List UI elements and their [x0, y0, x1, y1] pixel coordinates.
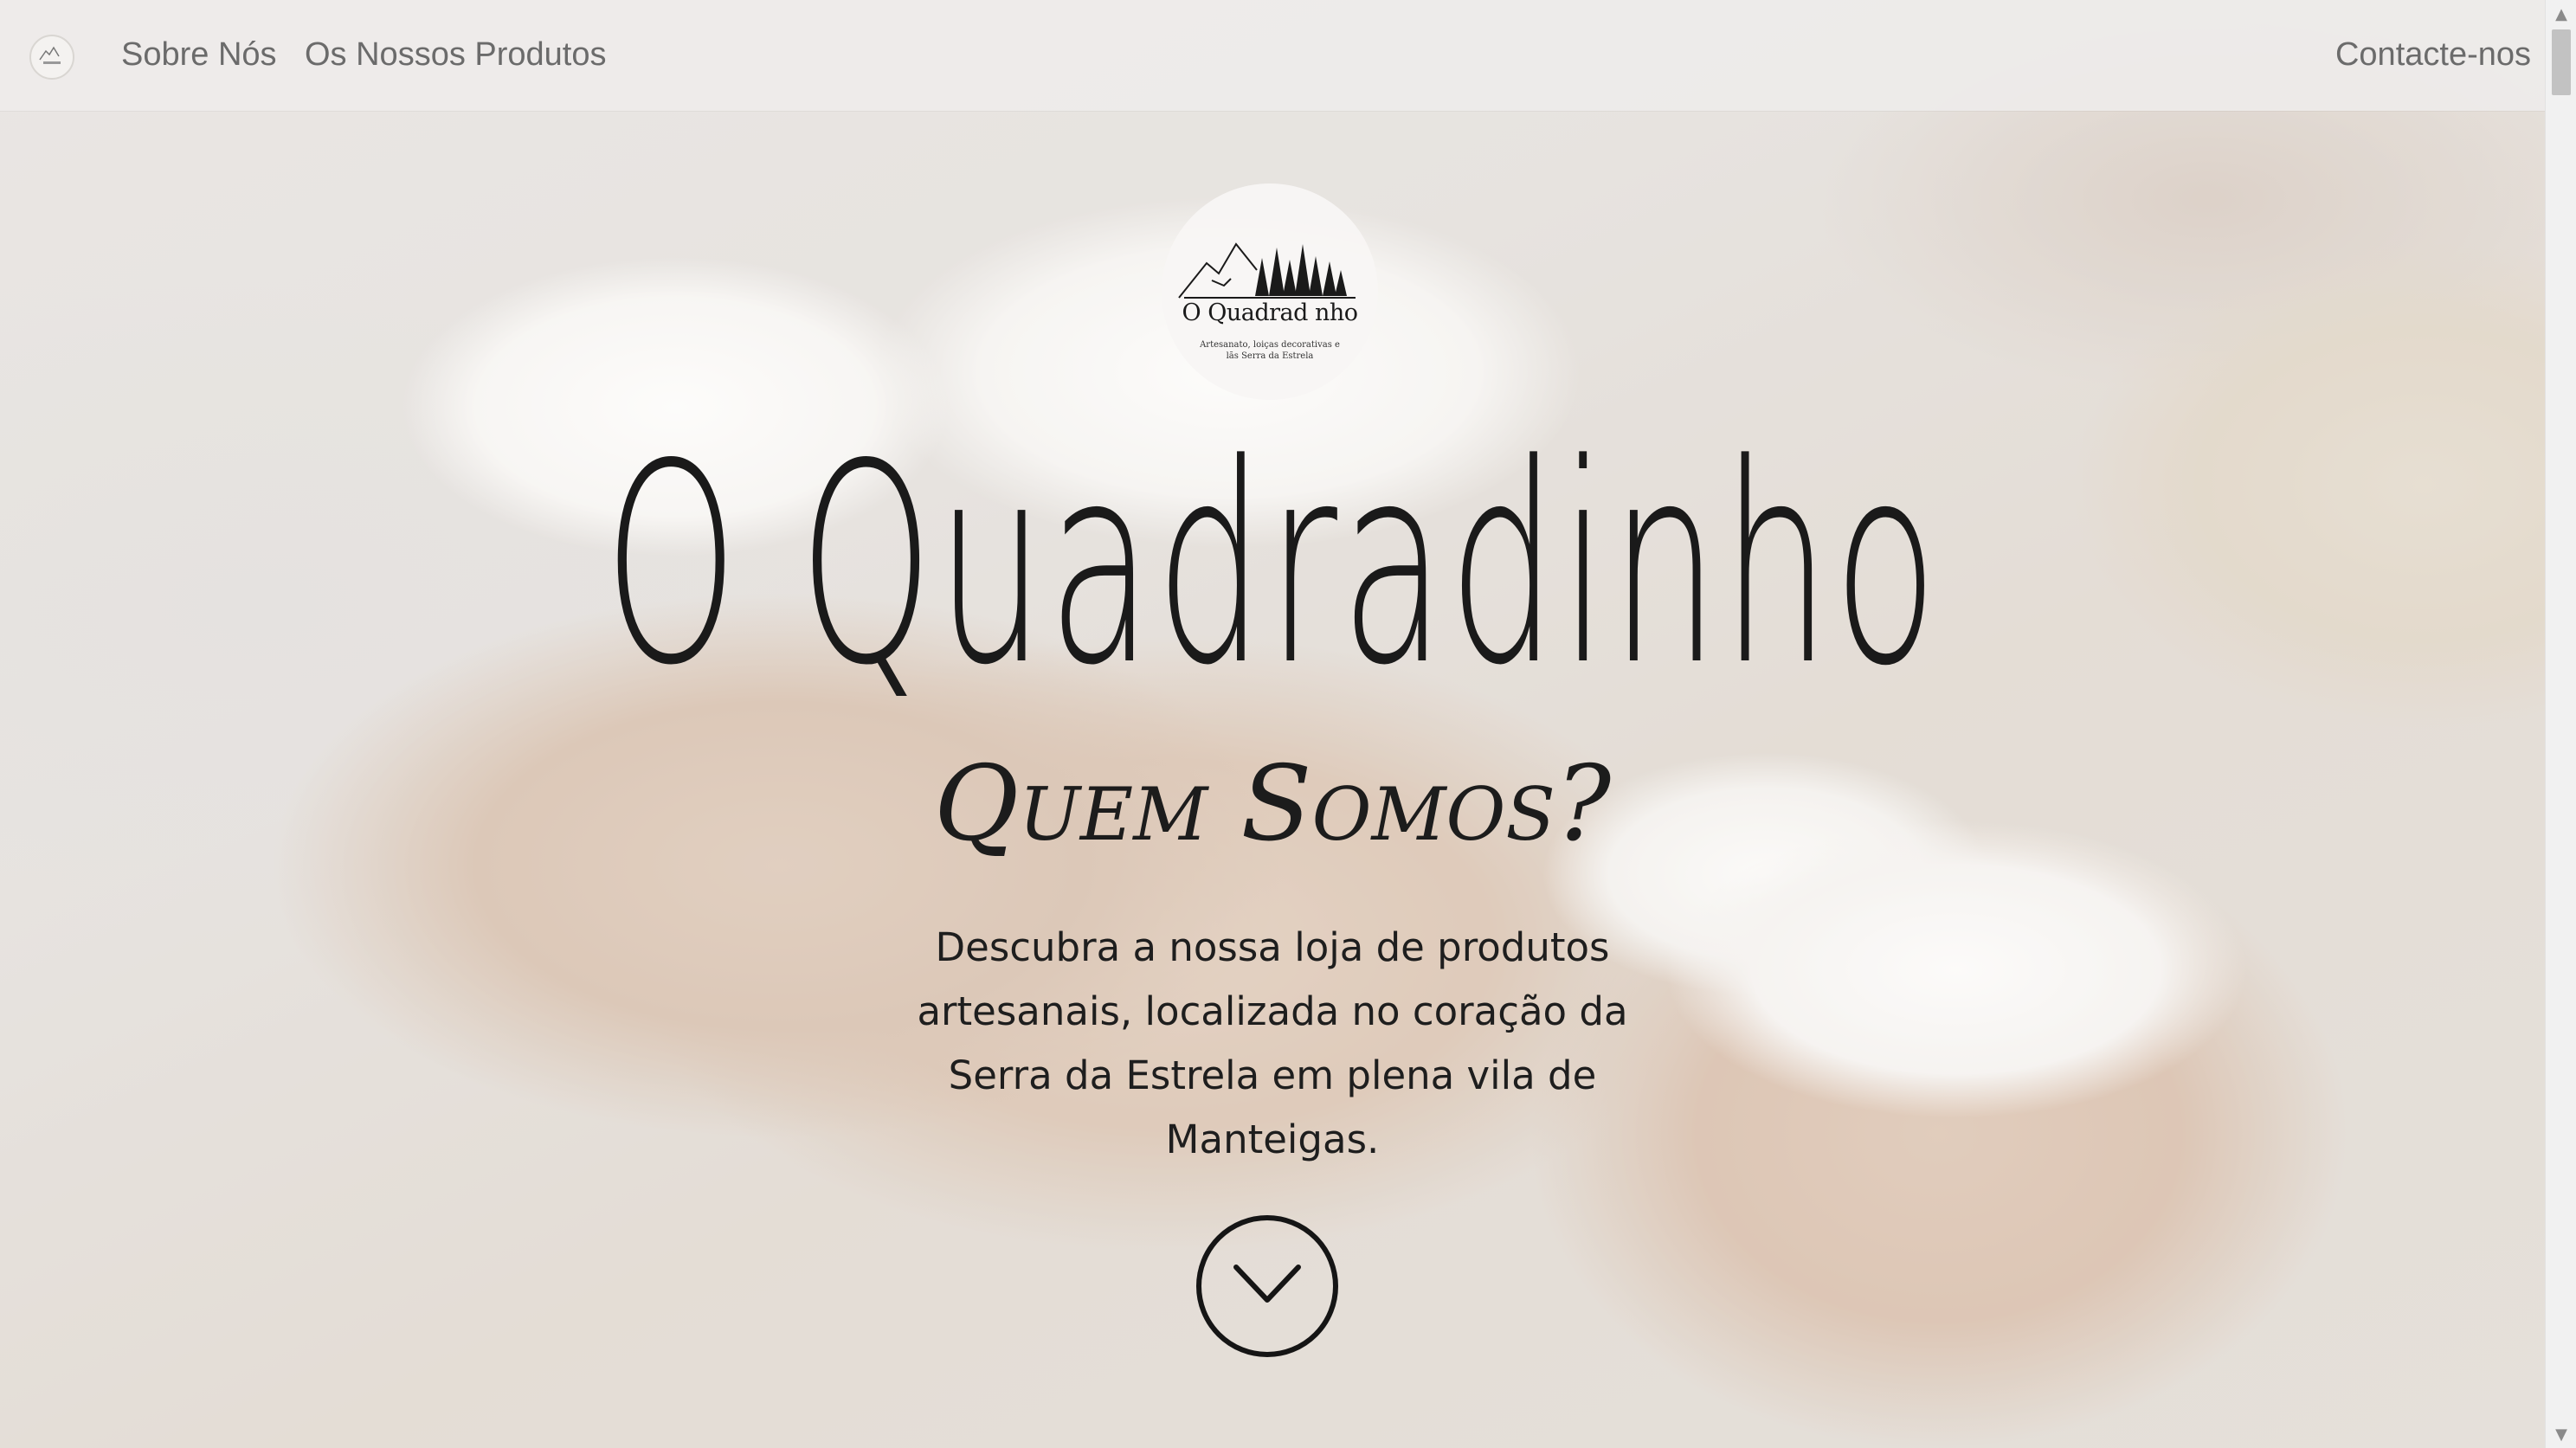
nav-link-about[interactable]: Sobre Nós [121, 33, 277, 76]
chevron-down-icon [1233, 1265, 1301, 1303]
scroll-up-arrow-icon[interactable]: ▲ [2546, 0, 2576, 28]
logo-mini-graphic [39, 46, 61, 64]
brand-logo-badge: O Quadrad nho Artesanato, loiças decorat… [1162, 183, 1378, 400]
hero-section: O Quadrad nho Artesanato, loiças decorat… [0, 0, 2545, 1448]
hero-subtitle: Quem Somos? [933, 744, 1612, 865]
hero-description: Descubra a nossa loja de produtos artesa… [917, 924, 1628, 1162]
mountain-trees-logo-icon [1178, 242, 1356, 299]
scroll-down-arrow-icon[interactable]: ▼ [2546, 1420, 2576, 1448]
top-navbar: Sobre Nós Os Nossos Produtos Contacte-no… [0, 0, 2545, 111]
badge-shop-name: O Quadrad nho [1182, 299, 1358, 326]
nav-link-products[interactable]: Os Nossos Produtos [305, 33, 606, 76]
scroll-down-button[interactable] [1196, 1215, 1338, 1357]
shop-logo-icon[interactable] [29, 35, 74, 80]
nav-link-contact[interactable]: Contacte-nos [2335, 33, 2531, 76]
vertical-scrollbar[interactable]: ▲ ▼ [2545, 0, 2576, 1448]
hero-title: O Quadradinho [603, 405, 1942, 725]
page: O Quadrad nho Artesanato, loiças decorat… [0, 0, 2576, 1448]
scrollbar-thumb[interactable] [2552, 29, 2571, 95]
badge-tagline: Artesanato, loiças decorativas e lãs Ser… [1200, 340, 1340, 361]
